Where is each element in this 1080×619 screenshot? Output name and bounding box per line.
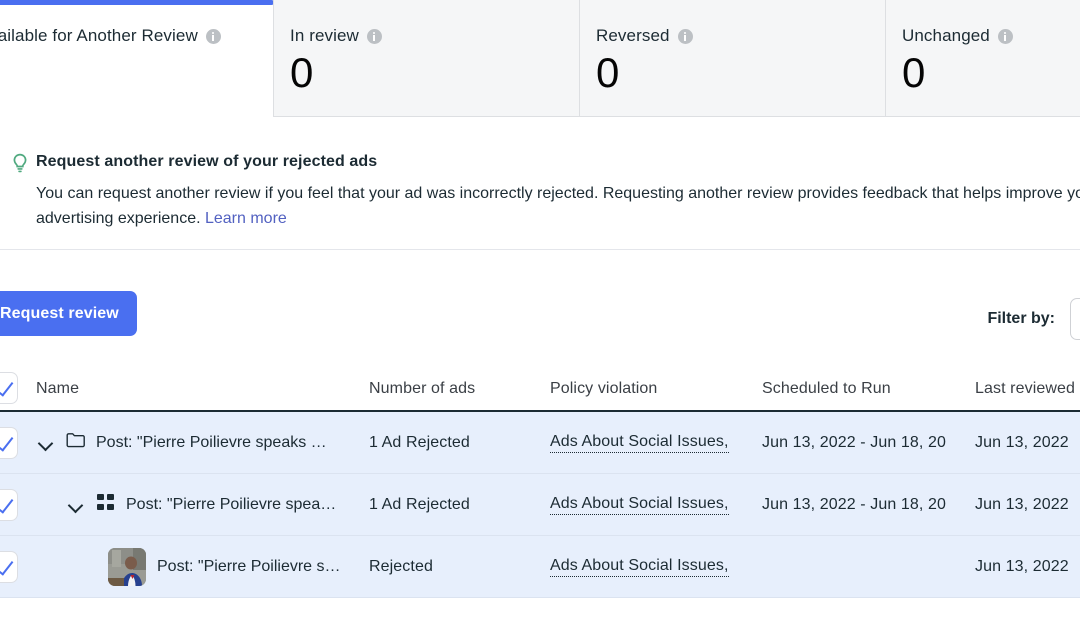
row-number-of-ads: 1 Ad Rejected [369, 496, 544, 514]
row-name-text: Post: "Pierre Poilievre speaks … [96, 434, 327, 452]
row-policy-violation: Ads About Social Issues, [550, 557, 755, 577]
row-number-of-ads: 1 Ad Rejected [369, 434, 544, 452]
stat-card-label: Available for Another Review [0, 26, 198, 46]
row-checkbox-cell[interactable] [0, 551, 18, 583]
stat-card-label: Unchanged [902, 26, 990, 46]
row-last-reviewed: Jun 13, 2022 [975, 496, 1080, 514]
table-row[interactable]: Post: "Pierre Poilievre speaks … 1 Ad Re… [0, 412, 1080, 474]
policy-violation-filter-select[interactable]: All policy violations [1070, 298, 1080, 340]
stat-card-label: In review [290, 26, 359, 46]
chevron-down-icon[interactable] [36, 433, 56, 453]
stat-card-value: 0 [0, 48, 273, 98]
row-number-of-ads: Rejected [369, 558, 544, 576]
row-checkbox[interactable] [0, 489, 18, 521]
learn-more-link[interactable]: Learn more [205, 210, 287, 227]
row-name-cell: Post: "Pierre Poilievre speaks … [36, 432, 366, 453]
info-icon[interactable] [367, 29, 382, 44]
stat-card-reversed[interactable]: Reversed 0 [580, 0, 886, 117]
column-header-name[interactable]: Name [36, 380, 366, 398]
row-checkbox[interactable] [0, 551, 18, 583]
column-header-policy-violation[interactable]: Policy violation [550, 380, 755, 398]
lightbulb-icon [11, 153, 29, 173]
row-last-reviewed: Jun 13, 2022 [975, 558, 1080, 576]
request-review-button[interactable]: Request review [0, 291, 137, 336]
row-checkbox[interactable] [0, 427, 18, 459]
row-scheduled-to-run: Jun 13, 2022 - Jun 18, 20 [762, 496, 967, 514]
row-name-cell: Post: "Pierre Poilievre spea… [66, 493, 396, 517]
column-header-number-of-ads[interactable]: Number of ads [369, 380, 544, 398]
stat-card-label: Reversed [596, 26, 670, 46]
stat-card-value: 0 [290, 48, 579, 98]
active-card-indicator-bar [0, 0, 274, 5]
column-header-scheduled-to-run[interactable]: Scheduled to Run [762, 380, 967, 398]
row-checkbox-cell[interactable] [0, 489, 18, 521]
folder-icon [66, 432, 85, 453]
filter-control: Filter by: All policy violations [987, 298, 1080, 340]
banner-body: You can request another review if you fe… [36, 181, 1080, 231]
request-review-banner: Request another review of your rejected … [0, 117, 1080, 250]
rejected-ads-table: Name Number of ads Policy violation Sche… [0, 366, 1080, 598]
policy-violation-text[interactable]: Ads About Social Issues, [550, 495, 729, 515]
info-icon[interactable] [206, 29, 221, 44]
policy-violation-text[interactable]: Ads About Social Issues, [550, 557, 729, 577]
ad-thumbnail [108, 548, 146, 586]
stat-card-value: 0 [596, 48, 885, 98]
column-header-last-reviewed[interactable]: Last reviewed [975, 380, 1080, 398]
stat-card-in-review[interactable]: In review 0 [274, 0, 580, 117]
ads-review-page: Available for Another Review 0 In review… [0, 0, 1080, 619]
row-name-text: Post: "Pierre Poilievre s… [157, 558, 341, 576]
banner-body-text: You can request another review if you fe… [36, 185, 1080, 227]
table-header-row: Name Number of ads Policy violation Sche… [0, 366, 1080, 412]
filter-by-label: Filter by: [987, 310, 1055, 328]
row-checkbox-cell[interactable] [0, 427, 18, 459]
select-all-checkbox-cell[interactable] [0, 372, 18, 404]
table-toolbar: Request review Filter by: All policy vio… [0, 250, 1080, 366]
row-policy-violation: Ads About Social Issues, [550, 495, 755, 515]
chevron-down-icon[interactable] [66, 495, 86, 515]
stat-cards-strip: Available for Another Review 0 In review… [0, 0, 1080, 117]
table-row[interactable]: Post: "Pierre Poilievre s… Rejected Ads … [0, 536, 1080, 598]
stat-card-unchanged[interactable]: Unchanged 0 [886, 0, 1080, 117]
info-icon[interactable] [998, 29, 1013, 44]
adset-grid-icon [96, 493, 115, 517]
table-row[interactable]: Post: "Pierre Poilievre spea… 1 Ad Rejec… [0, 474, 1080, 536]
policy-violation-text[interactable]: Ads About Social Issues, [550, 433, 729, 453]
row-policy-violation: Ads About Social Issues, [550, 433, 755, 453]
select-all-checkbox[interactable] [0, 372, 18, 404]
info-icon[interactable] [678, 29, 693, 44]
row-name-text: Post: "Pierre Poilievre spea… [126, 496, 336, 514]
stat-card-value: 0 [902, 48, 1080, 98]
stat-card-available-for-another-review[interactable]: Available for Another Review 0 [0, 0, 274, 117]
banner-title: Request another review of your rejected … [36, 153, 377, 171]
row-scheduled-to-run: Jun 13, 2022 - Jun 18, 20 [762, 434, 967, 452]
row-last-reviewed: Jun 13, 2022 [975, 434, 1080, 452]
